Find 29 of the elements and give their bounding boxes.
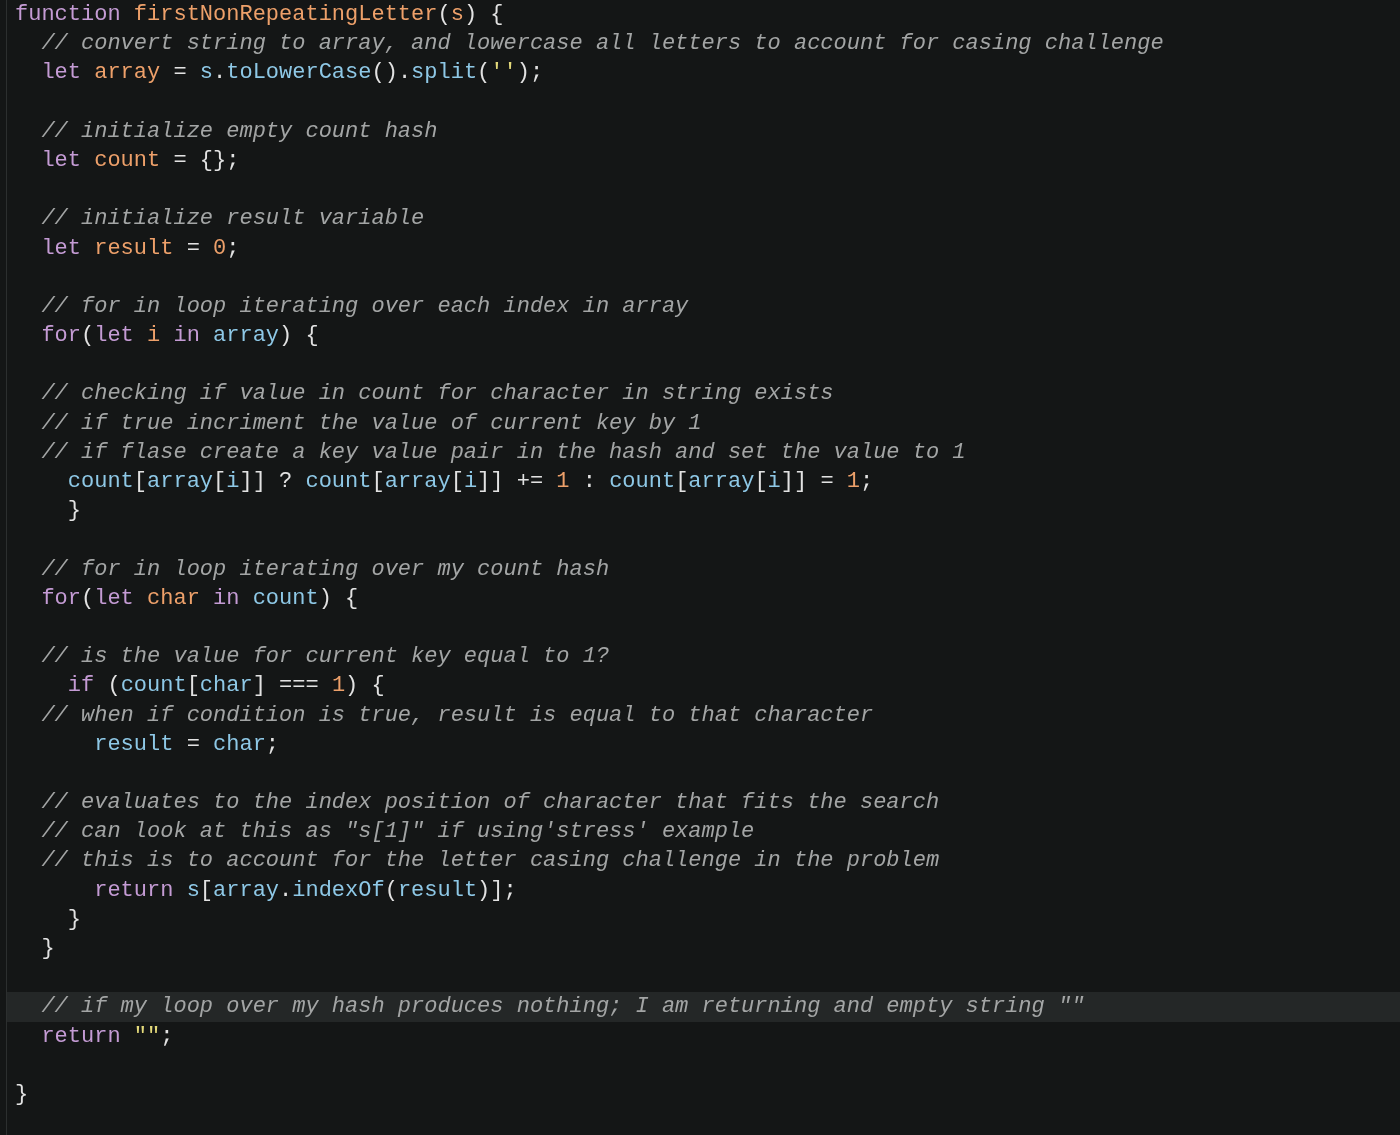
code-line: return s[array.indexOf(result)]; bbox=[93, 876, 517, 905]
code-line: } bbox=[40, 935, 55, 963]
code-line: function firstNonRepeatingLetter(s) { bbox=[15, 1, 504, 29]
code-line: } bbox=[15, 1080, 29, 1109]
code-line: for(let char in count) { bbox=[40, 584, 359, 613]
code-line: // evaluates to the index position of character that fits the search bbox=[40, 789, 940, 818]
code-line: // is the value for current key equal to 1? bbox=[40, 643, 610, 672]
code-line: // for in loop iterating over my count hash bbox=[40, 555, 610, 584]
code-line: // for in loop iterating over each index in array bbox=[40, 292, 689, 321]
code-line: if (count[char] === 1) { bbox=[66, 672, 385, 701]
code-line: } bbox=[66, 905, 81, 934]
code-line: return ""; bbox=[40, 1022, 174, 1051]
code-line: for(let i in array) { bbox=[40, 322, 319, 351]
code-line: // initialize result variable bbox=[40, 205, 425, 234]
code-line: // if true incriment the value of current key by 1 bbox=[40, 409, 702, 438]
code-line: // checking if value in count for character in string exists bbox=[40, 380, 834, 409]
code-line: // when if condition is true, result is equal to that character bbox=[40, 701, 874, 730]
code-line: // if flase create a key value pair in the hash and set the value to 1 bbox=[40, 438, 966, 467]
code-line: // can look at this as "s[1]" if using'stress' example bbox=[40, 818, 755, 847]
code-line: let result = 0; bbox=[40, 234, 240, 263]
code-line: // this is to account for the letter casing challenge in the problem bbox=[40, 847, 940, 876]
code-line: count[array[i]] ? count[array[i]] += 1 : count[array[i]] = 1; bbox=[66, 468, 874, 496]
code-line: let count = {}; bbox=[40, 146, 240, 175]
code-line: // convert string to array, and lowercase all letters to account for casing challenge bbox=[40, 30, 1164, 59]
code-line: // if my loop over my hash produces nothing; I am returning and empty string "" bbox=[40, 993, 1085, 1022]
code-line: // initialize empty count hash bbox=[40, 117, 438, 146]
code-line: } bbox=[66, 497, 81, 526]
code-line: result = char; bbox=[93, 730, 280, 759]
code-line: let array = s.toLowerCase().split(''); bbox=[40, 59, 544, 88]
